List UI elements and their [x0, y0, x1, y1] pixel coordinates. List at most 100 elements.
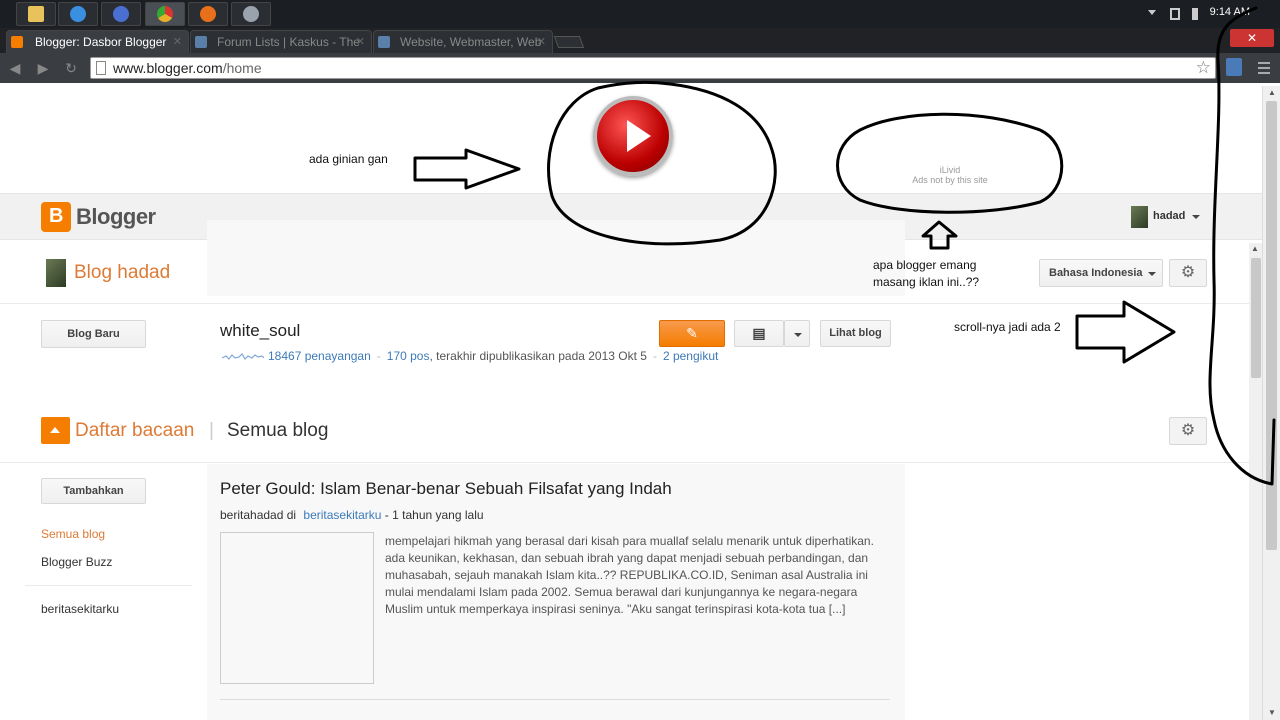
scroll-up-icon[interactable]: ▲	[1251, 244, 1259, 253]
tab-kaskus-website[interactable]: Website, Webmaster, Web ✕	[373, 30, 553, 53]
tab-title: Forum Lists | Kaskus - The	[217, 35, 360, 49]
snippet-line: muhasabah, sejauh manakah Islam kita..??…	[385, 568, 868, 582]
ad-brand: iLivid	[939, 165, 961, 175]
back-icon[interactable]: ◀	[6, 59, 24, 77]
extension-icon[interactable]	[1226, 58, 1242, 76]
reading-list-subtitle: Semua blog	[227, 420, 329, 441]
snippet-line: mulai mendalami Islam pada 2002. Semua b…	[385, 585, 858, 599]
forward-icon[interactable]: ▶	[34, 59, 52, 77]
chevron-down-icon	[794, 333, 802, 337]
post-snippet: mempelajari hikmah yang berasal dari kis…	[385, 533, 885, 618]
tool-icon	[243, 6, 259, 22]
page-icon	[96, 61, 106, 75]
language-label: Bahasa Indonesia	[1049, 267, 1143, 279]
tab-kaskus-forum[interactable]: Forum Lists | Kaskus - The ✕	[190, 30, 372, 53]
blog-menu-button[interactable]	[784, 320, 810, 347]
volume-icon[interactable]	[1192, 8, 1198, 20]
view-blog-button[interactable]: Lihat blog	[820, 320, 891, 347]
sidebar-item-all-blogs[interactable]: Semua blog	[41, 527, 105, 541]
taskbar-chrome-button[interactable]	[145, 2, 185, 26]
kaskus-icon	[378, 36, 390, 48]
post-title[interactable]: Peter Gould: Islam Benar-benar Sebuah Fi…	[220, 479, 672, 499]
bookmark-star-icon[interactable]: ☆	[1196, 58, 1211, 78]
reading-list-separator: |	[209, 420, 214, 441]
annotation-scroll-note: scroll-nya jadi ada 2	[954, 320, 1061, 334]
ie-icon	[70, 6, 86, 22]
browser-toolbar: ◀ ▶ ↻ www.blogger.com/home ☆	[0, 53, 1280, 83]
window-close-button[interactable]: ✕	[1230, 29, 1274, 47]
tab-strip: Blogger: Dasbor Blogger ✕ Forum Lists | …	[0, 28, 1280, 53]
scroll-up-icon[interactable]: ▲	[1268, 88, 1276, 97]
sidebar-item-beritasekitarku[interactable]: beritasekitarku	[41, 602, 119, 616]
network-icon	[113, 6, 129, 22]
chevron-down-icon[interactable]	[1192, 215, 1200, 219]
language-select[interactable]: Bahasa Indonesia	[1039, 259, 1163, 287]
tab-title: Blogger: Dasbor Blogger	[35, 35, 167, 49]
address-bar[interactable]: www.blogger.com/home ☆	[90, 57, 1216, 79]
sidebar-item-blogger-buzz[interactable]: Blogger Buzz	[41, 555, 112, 569]
reload-icon[interactable]: ↻	[62, 59, 80, 77]
separator: -	[376, 349, 381, 363]
new-tab-button[interactable]	[553, 36, 585, 48]
url-host: www.blogger.com	[113, 60, 223, 76]
taskbar-folder-button[interactable]	[16, 2, 56, 26]
ad-disclaimer: Ads not by this site	[912, 175, 988, 185]
separator: -	[652, 349, 657, 363]
user-name[interactable]: hadad	[1153, 210, 1185, 222]
blogger-logo-icon[interactable]	[41, 202, 71, 232]
blogger-logo-text[interactable]: Blogger	[76, 204, 156, 230]
tray-expand-icon[interactable]	[1148, 10, 1156, 15]
tab-close-icon[interactable]: ✕	[173, 31, 182, 53]
ad-play-button[interactable]	[593, 96, 673, 176]
blog-title[interactable]: Blog hadad	[74, 262, 170, 284]
collapse-reading-list-button[interactable]	[41, 417, 70, 444]
new-blog-button[interactable]: Blog Baru	[41, 320, 146, 348]
snippet-line: mempelajari hikmah yang berasal dari kis…	[385, 534, 874, 548]
tab-blogger-dashboard[interactable]: Blogger: Dasbor Blogger ✕	[6, 30, 189, 53]
add-blog-button[interactable]: Tambahkan	[41, 478, 146, 504]
followers-link[interactable]: 2 pengikut	[663, 349, 718, 363]
views-link[interactable]: 18467 penayangan	[268, 349, 371, 363]
settings-gear-icon[interactable]: ⚙	[1169, 259, 1207, 287]
inner-scrollbar-thumb[interactable]	[1251, 258, 1261, 378]
tab-title: Website, Webmaster, Web	[400, 35, 542, 49]
snippet-line: ada keunikan, kekhasan, dan sebuah ibrah…	[385, 551, 869, 565]
tab-close-icon[interactable]: ✕	[356, 31, 365, 53]
post-blog-link[interactable]: beritasekitarku	[303, 508, 381, 522]
post-meta: beritahadad di beritasekitarku - 1 tahun…	[220, 508, 484, 522]
clock[interactable]: 9:14 AM	[1210, 6, 1250, 18]
sparkline-icon	[222, 352, 264, 360]
chevron-down-icon	[1148, 272, 1156, 276]
blog-name[interactable]: white_soul	[220, 321, 300, 341]
blogger-icon	[11, 36, 23, 48]
blog-avatar[interactable]	[46, 259, 66, 287]
taskbar-ie-button[interactable]	[58, 2, 98, 26]
blog-stats: 18467 penayangan -170 pos, terakhir dipub…	[222, 349, 718, 363]
outer-scrollbar-thumb[interactable]	[1266, 101, 1277, 550]
taskbar-tool-button[interactable]	[231, 2, 271, 26]
sidebar-divider	[25, 585, 192, 586]
blog-card	[207, 220, 905, 296]
scroll-down-icon[interactable]: ▼	[1268, 708, 1276, 717]
annotation-question-line1: apa blogger emang	[873, 258, 977, 272]
user-avatar[interactable]	[1131, 206, 1148, 228]
new-post-button[interactable]: ✎	[659, 320, 725, 347]
taskbar: 9:14 AM	[0, 0, 1280, 28]
ad-ilivid-label[interactable]: iLivid Ads not by this site	[850, 165, 1050, 185]
snippet-line: Muslim untuk memperkaya inspirasi seniny…	[385, 602, 846, 616]
posts-link[interactable]: 170 pos	[387, 349, 430, 363]
posts-list-button[interactable]: ▤	[734, 320, 784, 347]
post-divider	[220, 699, 890, 700]
post-time: - 1 tahun yang lalu	[384, 508, 484, 522]
chrome-menu-icon[interactable]	[1258, 62, 1270, 74]
taskbar-firefox-button[interactable]	[188, 2, 228, 26]
system-tray: 9:14 AM	[1100, 0, 1280, 28]
battery-icon[interactable]	[1170, 8, 1180, 20]
post-thumbnail[interactable]	[220, 532, 374, 684]
reading-settings-gear-icon[interactable]: ⚙	[1169, 417, 1207, 445]
kaskus-icon	[195, 36, 207, 48]
taskbar-network-button[interactable]	[101, 2, 141, 26]
firefox-icon	[200, 6, 216, 22]
document-icon: ▤	[752, 325, 766, 341]
tab-close-icon[interactable]: ✕	[537, 31, 546, 53]
